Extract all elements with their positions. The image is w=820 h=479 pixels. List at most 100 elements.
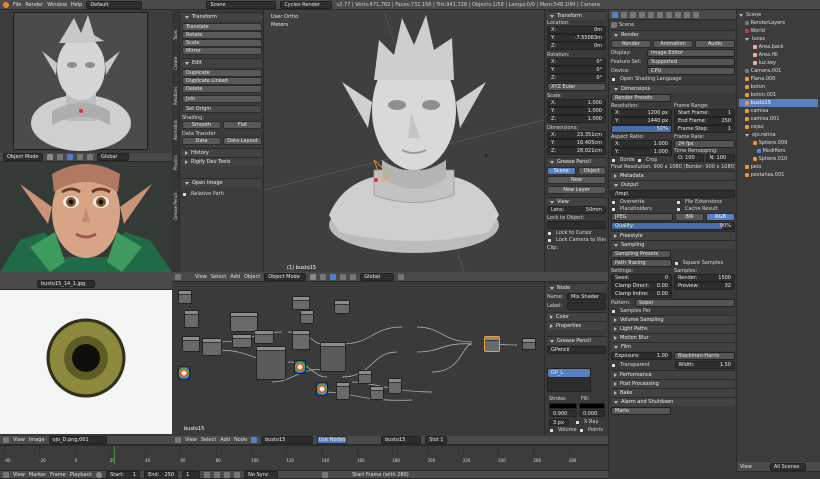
node-14[interactable] <box>334 300 350 314</box>
slot-selector[interactable]: Slot 1 <box>425 436 448 444</box>
fill-opacity-field[interactable]: 0.000 <box>579 410 605 417</box>
light-paths-title[interactable]: Light Paths <box>611 324 735 333</box>
record-icon[interactable] <box>96 471 103 478</box>
tab-animation[interactable]: Animation <box>173 108 178 140</box>
square-samples-checkbox[interactable] <box>673 260 679 266</box>
sampling-presets-selector[interactable]: Sampling Presets <box>611 250 671 258</box>
rotate-button[interactable]: Rotate <box>182 31 262 39</box>
alarm-shutdown-title[interactable]: Alarm and Shutdown <box>611 397 735 406</box>
outliner-item[interactable]: camisa.001 <box>739 115 818 123</box>
eye-texture-canvas[interactable] <box>0 290 172 434</box>
bake-title[interactable]: Bake <box>611 388 735 397</box>
scale-manip-icon[interactable] <box>87 154 93 160</box>
rotation-x-field[interactable]: X: 0° <box>547 58 606 66</box>
outliner-item[interactable]: RenderLayers <box>739 19 818 27</box>
tab-create[interactable]: Create <box>173 40 178 70</box>
viewport-menu-object[interactable]: Object <box>244 274 260 280</box>
rgb-button[interactable]: RGB <box>706 213 735 221</box>
resolution-x-field[interactable]: X: 1200 px <box>611 109 672 117</box>
tab-physics[interactable]: Physics <box>173 142 178 170</box>
shading-solid-icon[interactable] <box>47 154 53 160</box>
outliner-item[interactable]: cejas <box>739 123 818 131</box>
duplicate-linked-button[interactable]: Duplicate Linked <box>182 77 262 85</box>
node-15[interactable] <box>336 382 350 400</box>
outliner-item[interactable]: luz.key <box>739 59 818 67</box>
stroke-color-swatch[interactable] <box>549 403 577 409</box>
location-x-field[interactable]: X: 0m <box>547 26 606 34</box>
sync-mode-selector[interactable]: No Sync <box>244 471 279 478</box>
grease-new-layer-button[interactable]: New Layer <box>547 186 606 194</box>
node-8[interactable] <box>256 346 286 380</box>
translate-button[interactable]: Translate <box>182 23 262 31</box>
image-name-field[interactable]: ojo_D.png.001 <box>48 436 107 444</box>
node-21[interactable] <box>292 296 310 310</box>
node-menu-add[interactable]: Add <box>220 437 230 443</box>
outliner-item[interactable]: Area.fill <box>739 51 818 59</box>
node-13[interactable] <box>300 310 314 324</box>
render-panel-title[interactable]: Render <box>611 30 735 39</box>
samples-per-checkbox[interactable] <box>611 308 616 314</box>
start-frame-field[interactable]: Start Frame: 1 <box>674 109 735 117</box>
volume-sampling-title[interactable]: Volume Sampling <box>611 315 735 324</box>
smooth-button[interactable]: Smooth <box>182 121 221 129</box>
frame-step-field[interactable]: Frame Step: 1 <box>674 125 735 133</box>
pattern-selector[interactable]: Sobol <box>635 299 735 307</box>
flat-button[interactable]: Flat <box>223 121 262 129</box>
gp-layer-list[interactable]: GP_L <box>547 368 591 392</box>
current-frame-field[interactable]: 1 <box>182 471 201 478</box>
output-panel-title[interactable]: Output <box>611 180 735 189</box>
render-tab-icon[interactable] <box>612 11 618 18</box>
npanel-transform-title[interactable]: Transform <box>547 11 606 20</box>
manipulator-icon[interactable] <box>67 154 73 160</box>
aspect-y-field[interactable]: Y: 1.000 <box>611 148 672 156</box>
transform-panel-title[interactable]: Transform <box>182 12 262 21</box>
outliner-item[interactable]: Modifiers <box>739 147 818 155</box>
render-preview-area[interactable] <box>0 162 172 272</box>
modifiers-tab-icon[interactable] <box>666 11 672 18</box>
scene-tab-icon[interactable] <box>630 11 636 18</box>
node-editor-type-icon[interactable] <box>175 437 181 443</box>
node-18[interactable] <box>388 378 402 394</box>
node-label-field[interactable] <box>567 302 606 310</box>
fps-selector[interactable]: 24 fps <box>674 140 735 148</box>
file-ext-checkbox[interactable] <box>676 199 681 205</box>
animation-button[interactable]: Animation <box>653 40 693 48</box>
outliner-item[interactable]: camisa <box>739 107 818 115</box>
dimensions-panel-title[interactable]: Dimensions <box>611 84 735 93</box>
object-selector[interactable]: busto15 <box>381 436 422 444</box>
node-menu-select[interactable]: Select <box>201 437 216 443</box>
thickness-field[interactable]: 3 px <box>549 419 569 426</box>
end-frame-field[interactable]: End Frame: 250 <box>674 117 735 125</box>
image-menu-view[interactable]: View <box>13 437 25 443</box>
tab-grease-pencil[interactable]: Grease Pencil <box>173 174 178 220</box>
remap-new-field[interactable]: N: 100 <box>705 154 735 162</box>
alarm-sound-selector[interactable]: Mario <box>611 407 671 415</box>
stroke-opacity-field[interactable]: 0.900 <box>549 410 577 417</box>
overwrite-checkbox[interactable] <box>611 199 616 205</box>
freestyle-panel-title[interactable]: Freestyle <box>611 231 735 240</box>
data-button[interactable]: Data <box>182 137 221 145</box>
image-editor-image-selector[interactable]: busto15_14_1.jpg <box>37 280 95 288</box>
scale-z-field[interactable]: Z: 1.000 <box>547 115 606 123</box>
resolution-y-field[interactable]: Y: 1440 px <box>611 117 672 125</box>
viewport-shading-icon[interactable] <box>310 273 317 280</box>
render-samples-field[interactable]: Render: 1500 <box>674 274 735 282</box>
integrator-selector[interactable]: Path Tracing <box>611 259 672 267</box>
outliner-view-menu[interactable]: View <box>740 464 752 470</box>
scale-button[interactable]: Scale <box>182 39 262 47</box>
node-menu-node[interactable]: Node <box>234 437 247 443</box>
feature-set-selector[interactable]: Supported <box>647 58 735 66</box>
gp-layer-item[interactable]: GP_L <box>548 369 590 377</box>
edit-panel-title[interactable]: Edit <box>182 58 262 67</box>
outliner-item[interactable]: boton <box>739 83 818 91</box>
use-nodes-toggle[interactable]: Use Nodes <box>317 436 348 444</box>
outliner-item[interactable]: Camera.001 <box>739 67 818 75</box>
outliner-item[interactable]: pestañas.001 <box>739 171 818 179</box>
npanel-grease-title[interactable]: Grease Pencil <box>547 157 606 166</box>
node-panel-title[interactable]: Node <box>547 283 606 292</box>
open-image-panel-title[interactable]: Open Image <box>182 178 262 187</box>
delete-button[interactable]: Delete <box>182 85 262 93</box>
scale-y-field[interactable]: Y: 1.000 <box>547 107 606 115</box>
pivot-icon[interactable] <box>57 154 63 160</box>
fill-color-swatch[interactable] <box>579 403 605 409</box>
